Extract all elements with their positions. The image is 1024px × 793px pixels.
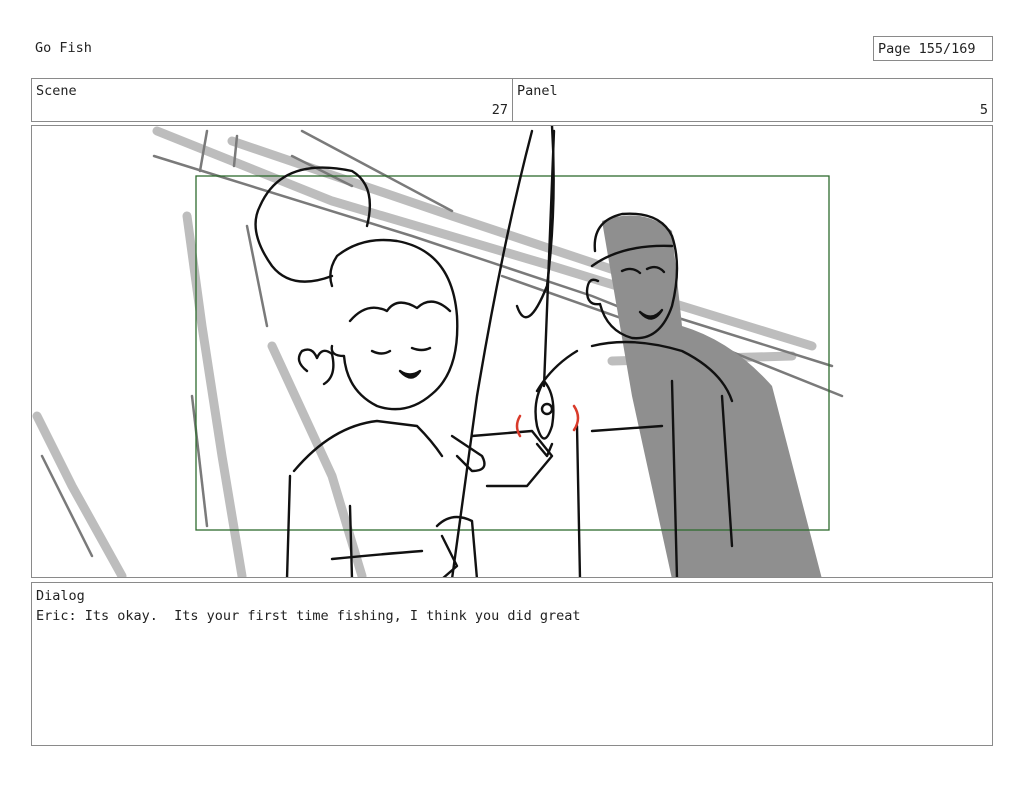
panel-label: Panel (517, 83, 558, 99)
panel-field: Panel 5 (512, 78, 993, 122)
storyboard-panel-image (31, 125, 993, 578)
page-indicator-box: Page 155/169 (873, 36, 993, 61)
dialog-field: Dialog Eric: Its okay. Its your first ti… (31, 582, 993, 746)
project-title: Go Fish (35, 40, 92, 56)
dialog-label: Dialog (36, 588, 85, 604)
scene-field: Scene 27 (31, 78, 513, 122)
page-indicator: Page 155/169 (878, 41, 976, 57)
scene-number: 27 (491, 102, 508, 118)
storyboard-sketch (32, 126, 844, 577)
dialog-text: Eric: Its okay. Its your first time fish… (36, 608, 581, 624)
scene-label: Scene (36, 83, 77, 99)
panel-number: 5 (979, 102, 988, 118)
